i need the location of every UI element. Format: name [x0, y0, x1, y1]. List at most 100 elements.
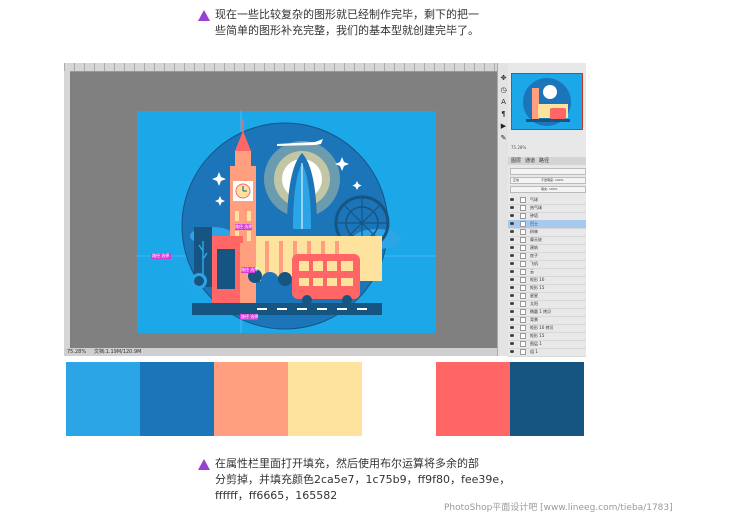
visibility-eye-icon[interactable]	[510, 214, 514, 217]
color-swatch	[510, 362, 584, 436]
visibility-eye-icon[interactable]	[510, 286, 514, 289]
layer-thumbnail	[520, 277, 526, 283]
layer-thumbnail	[520, 285, 526, 291]
layer-filter-row[interactable]	[510, 168, 586, 175]
layer-thumbnail	[520, 333, 526, 339]
tab-paths[interactable]: 路径	[539, 157, 549, 165]
blend-mode: 正常	[513, 178, 520, 182]
bullet-triangle-icon	[198, 10, 210, 21]
layer-name: 巴士	[530, 221, 538, 226]
layer-name: 云	[530, 269, 534, 274]
layer-thumbnail	[520, 349, 526, 355]
visibility-eye-icon[interactable]	[510, 318, 514, 321]
move-tool-icon[interactable]: ✥	[500, 75, 507, 82]
zoom-readout: 75.28%	[67, 349, 87, 355]
lock-fill-row[interactable]: 填充: 100%	[510, 186, 586, 193]
color-swatch	[436, 362, 510, 436]
ruler-horizontal	[64, 63, 497, 72]
layer-thumbnail	[520, 341, 526, 347]
layer-name: 摩天轮	[530, 237, 542, 242]
layer-thumbnail	[520, 205, 526, 211]
navigator-thumbnail[interactable]	[511, 73, 583, 130]
color-swatch	[66, 362, 140, 436]
right-panels: 75.28% 图层 通道 路径 正常 不透明度: 100% 填充: 100% 气…	[508, 63, 586, 357]
layer-thumbnail	[520, 253, 526, 259]
play-icon[interactable]: ▶	[500, 123, 507, 130]
tab-channels[interactable]: 通道	[525, 157, 535, 165]
visibility-eye-icon[interactable]	[510, 334, 514, 337]
canvas-area[interactable]: 路径 选择 路径 选择 路径 选择 路径 选择	[70, 72, 497, 348]
illustration	[137, 111, 436, 333]
visibility-eye-icon[interactable]	[510, 342, 514, 345]
visibility-eye-icon[interactable]	[510, 270, 514, 273]
visibility-eye-icon[interactable]	[510, 238, 514, 241]
layer-name: 矩形 16 拷贝	[530, 325, 554, 330]
layer-thumbnail	[520, 309, 526, 315]
path-tag: 路径 选择	[152, 253, 170, 258]
visibility-eye-icon[interactable]	[510, 230, 514, 233]
layer-thumbnail	[520, 325, 526, 331]
opacity-value: 不透明度: 100%	[541, 178, 564, 182]
color-swatch	[214, 362, 288, 436]
navigator-preview	[523, 78, 571, 126]
document-size: 文档:1.19M/120.9M	[94, 349, 142, 355]
color-swatch	[288, 362, 362, 436]
visibility-eye-icon[interactable]	[510, 326, 514, 329]
layer-name: 树林	[530, 229, 538, 234]
layer-name: 矩形 16	[530, 277, 545, 282]
layer-name: 房子	[530, 253, 538, 258]
brush-icon[interactable]: ✎	[500, 135, 507, 142]
instruction-line: 现在一些比较复杂的图形就已经制作完毕，剩下的把一	[215, 8, 479, 21]
layer-thumbnail	[520, 213, 526, 219]
layer-thumbnail	[520, 197, 526, 203]
layer-row[interactable]: 组 1	[508, 348, 586, 357]
visibility-eye-icon[interactable]	[510, 294, 514, 297]
visibility-eye-icon[interactable]	[510, 302, 514, 305]
visibility-eye-icon[interactable]	[510, 350, 514, 353]
instruction-line: 些简单的图形补充完整，我们的基本型就创建完毕了。	[215, 24, 479, 37]
layer-name: 组 1	[530, 349, 538, 354]
visibility-eye-icon[interactable]	[510, 222, 514, 225]
layer-thumbnail	[520, 229, 526, 235]
visibility-eye-icon[interactable]	[510, 254, 514, 257]
history-icon[interactable]: ◷	[500, 87, 507, 94]
watermark: PhotoShop平面设计吧 [www.lineeg.com/tieba/178…	[444, 503, 673, 513]
layer-thumbnail	[520, 221, 526, 227]
layer-name: 建筑	[530, 245, 538, 250]
blend-opacity-row[interactable]: 正常 不透明度: 100%	[510, 177, 586, 184]
color-swatch	[362, 362, 436, 436]
paragraph-icon[interactable]: ¶	[500, 111, 507, 118]
path-tag: 路径 选择	[241, 314, 259, 319]
instruction-line: 在属性栏里面打开填充，然后使用布尔运算将多余的部	[215, 457, 479, 470]
photoshop-window: 路径 选择 路径 选择 路径 选择 路径 选择 75.28% 文档:1.19M/…	[64, 63, 586, 357]
instruction-top: 现在一些比较复杂的图形就已经制作完毕，剩下的把一 些简单的图形补充完整，我们的基…	[215, 7, 479, 39]
layer-thumbnail	[520, 293, 526, 299]
layer-thumbnail	[520, 301, 526, 307]
visibility-eye-icon[interactable]	[510, 198, 514, 201]
navigator-zoom[interactable]: 75.28%	[511, 146, 583, 150]
layer-name: 矩形 15	[530, 285, 545, 290]
color-swatch	[140, 362, 214, 436]
layer-name: 气球	[530, 197, 538, 202]
visibility-eye-icon[interactable]	[510, 206, 514, 209]
layer-name: 椭圆 1 拷贝	[530, 309, 552, 314]
layers-list: 气球 热气球 钟塔 巴士 树林 摩天轮 建筑 房子 飞机云矩形 16 矩形 15 星星 太阳 椭圆 1 …	[508, 196, 586, 357]
visibility-eye-icon[interactable]	[510, 262, 514, 265]
layer-name: 飞机	[530, 261, 538, 266]
layer-thumbnail	[520, 269, 526, 275]
tab-layers[interactable]: 图层	[511, 157, 521, 165]
color-palette	[66, 362, 584, 436]
visibility-eye-icon[interactable]	[510, 310, 514, 313]
visibility-eye-icon[interactable]	[510, 246, 514, 249]
layer-thumbnail	[520, 237, 526, 243]
fill-value: 填充: 100%	[541, 187, 558, 191]
artboard[interactable]: 路径 选择 路径 选择 路径 选择 路径 选择	[137, 111, 436, 333]
text-tool-icon[interactable]: A	[500, 99, 507, 106]
layer-name: 星星	[530, 293, 538, 298]
navigator-zoom-value: 75.28%	[511, 145, 527, 150]
instruction-line: 分剪掉，并填充颜色2ca5e7，1c75b9，ff9f80，fee39e，	[215, 473, 511, 486]
bullet-triangle-icon	[198, 459, 210, 470]
layer-name: 热气球	[530, 205, 542, 210]
visibility-eye-icon[interactable]	[510, 278, 514, 281]
layer-thumbnail	[520, 317, 526, 323]
